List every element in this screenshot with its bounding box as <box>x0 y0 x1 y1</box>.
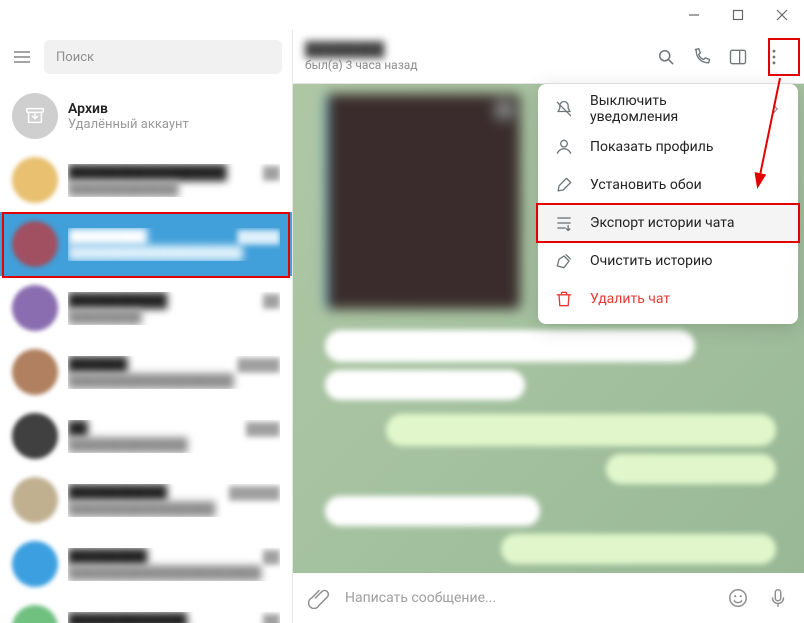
message-bubble[interactable] <box>386 414 776 446</box>
chat-panel: ████████ был(а) 3 часа назад ✕ 21:45 <box>293 30 804 623</box>
chat-status: был(а) 3 часа назад <box>305 58 648 72</box>
more-icon[interactable] <box>756 39 792 75</box>
menu-wallpaper[interactable]: Установить обои <box>538 166 798 204</box>
menu-mute[interactable]: Выключить уведомления <box>538 90 798 128</box>
archive-title: Архив <box>68 101 108 117</box>
menu-profile[interactable]: Показать профиль <box>538 128 798 166</box>
chat-list-item[interactable]: ███████████████████████████████ <box>0 532 292 596</box>
chat-list-item[interactable]: ██████████████████████████████ <box>0 148 292 212</box>
profile-icon <box>554 137 574 157</box>
menu-icon[interactable] <box>10 45 34 69</box>
menu-clear[interactable]: Очистить историю <box>538 242 798 280</box>
chat-list-item[interactable]: ████████████████████ <box>0 276 292 340</box>
archive-icon <box>24 105 46 127</box>
message-bubble[interactable] <box>325 330 695 362</box>
search-icon[interactable] <box>648 39 684 75</box>
compose-bar: Написать сообщение... <box>293 573 804 623</box>
export-icon <box>554 213 574 233</box>
message-bubble[interactable] <box>501 534 776 564</box>
brush-icon <box>554 175 574 195</box>
minimize-button[interactable] <box>672 0 716 30</box>
search-placeholder: Поиск <box>56 50 94 65</box>
search-input[interactable]: Поиск <box>44 40 282 74</box>
chat-list-item[interactable]: ████████████████████████████ <box>0 596 292 623</box>
message-bubble[interactable] <box>325 370 525 400</box>
message-input[interactable]: Написать сообщение... <box>345 590 712 606</box>
chat-name: ████████ <box>305 41 648 58</box>
chat-list-item-selected[interactable]: ████████████████████████████████ <box>0 212 292 276</box>
message-bubble[interactable] <box>325 496 540 526</box>
archive-item[interactable]: Архив Удалённый аккаунт <box>0 84 292 148</box>
trash-icon <box>554 289 574 309</box>
split-view-icon[interactable] <box>720 39 756 75</box>
broom-icon <box>554 251 574 271</box>
message-bubble[interactable] <box>606 454 776 484</box>
voice-icon[interactable] <box>764 584 792 612</box>
archive-subtitle: Удалённый аккаунт <box>68 117 280 132</box>
chat-header: ████████ был(а) 3 часа назад <box>293 30 804 84</box>
attach-icon[interactable] <box>305 584 333 612</box>
chat-list: Архив Удалённый аккаунт ████████████████… <box>0 84 292 623</box>
menu-delete[interactable]: Удалить чат <box>538 280 798 318</box>
mute-icon <box>554 99 574 119</box>
pinned-media[interactable]: ✕ <box>325 94 520 309</box>
emoji-icon[interactable] <box>724 584 752 612</box>
close-icon[interactable]: ✕ <box>492 98 516 122</box>
sidebar: Поиск Архив Удалённый аккаунт ██████████… <box>0 30 293 623</box>
chat-options-menu: Выключить уведомления Показать профиль У… <box>538 84 798 324</box>
window-titlebar <box>0 0 804 30</box>
chat-list-item[interactable]: ███████████████████ <box>0 404 292 468</box>
chat-list-item[interactable]: █████████████████████████████ <box>0 340 292 404</box>
maximize-button[interactable] <box>716 0 760 30</box>
close-window-button[interactable] <box>760 0 804 30</box>
chevron-right-icon <box>768 102 782 116</box>
menu-export[interactable]: Экспорт истории чата <box>538 204 798 242</box>
call-icon[interactable] <box>684 39 720 75</box>
chat-list-item[interactable]: ████████████████████████████████ <box>0 468 292 532</box>
